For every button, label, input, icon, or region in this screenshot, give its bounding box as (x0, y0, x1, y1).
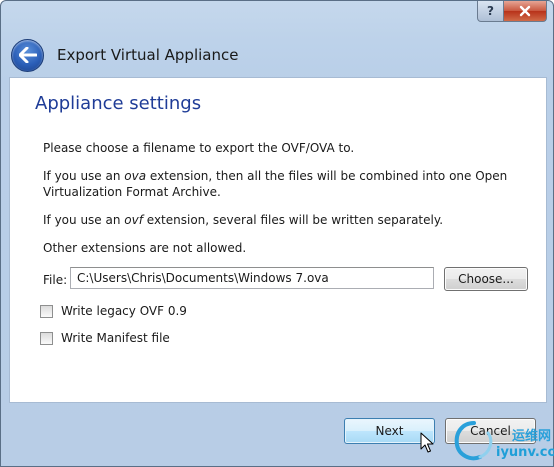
manifest-label: Write Manifest file (61, 331, 170, 345)
manifest-checkbox[interactable] (40, 331, 53, 345)
ovf-info-prefix: If you use an (43, 213, 125, 227)
close-icon (519, 5, 531, 17)
ovf-info-suffix: extension, several files will be written… (142, 213, 444, 227)
choose-button[interactable]: Choose... (444, 267, 528, 291)
file-path-input[interactable] (70, 267, 434, 289)
help-button[interactable]: ? (477, 1, 504, 22)
close-button[interactable] (504, 1, 547, 22)
ovf-term: ovf (124, 213, 143, 227)
file-label: File: (43, 273, 68, 287)
watermark-logo-icon (454, 421, 493, 461)
wizard-header: Export Virtual Appliance (11, 38, 238, 72)
page-title: Appliance settings (35, 93, 202, 114)
instruction-text: Please choose a filename to export the O… (43, 141, 355, 155)
mouse-pointer-icon (420, 432, 434, 453)
watermark-text: iyunv.com (496, 445, 554, 460)
manifest-option[interactable]: Write Manifest file (40, 331, 170, 345)
legacy-ovf-label: Write legacy OVF 0.9 (61, 304, 187, 318)
back-arrow-icon (18, 47, 37, 63)
titlebar-buttons: ? (477, 1, 547, 22)
watermark: 运维网 iyunv.com (450, 417, 554, 467)
extensions-note: Other extensions are not allowed. (43, 241, 247, 255)
ova-info-text: If you use an ova extension, then all th… (43, 168, 523, 200)
ova-term: ova (124, 169, 147, 183)
help-icon: ? (487, 4, 494, 18)
export-dialog-window: ? Export Virtual Appliance Appliance set… (0, 0, 554, 467)
back-button[interactable] (11, 38, 44, 72)
legacy-ovf-option[interactable]: Write legacy OVF 0.9 (40, 304, 187, 318)
ovf-info-text: If you use an ovf extension, several fil… (43, 212, 523, 228)
content-panel: Appliance settings Please choose a filen… (9, 77, 547, 403)
legacy-ovf-checkbox[interactable] (40, 304, 53, 318)
ova-info-prefix: If you use an (43, 169, 125, 183)
watermark-cn-text: 运维网 (512, 429, 552, 444)
window-title: Export Virtual Appliance (57, 46, 239, 64)
